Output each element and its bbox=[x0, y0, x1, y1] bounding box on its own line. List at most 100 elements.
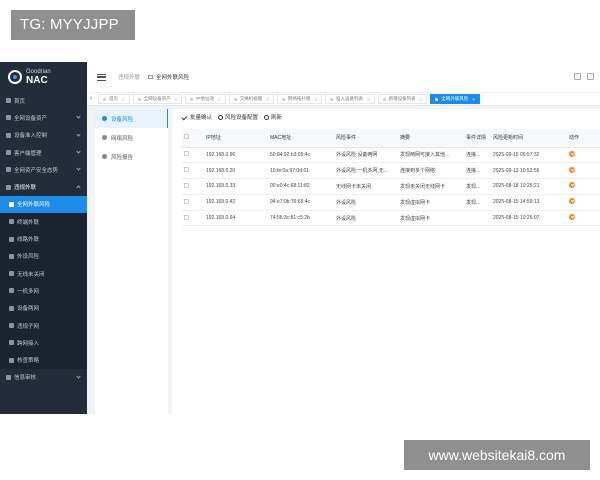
close-icon[interactable]: × bbox=[122, 97, 125, 102]
row-checkbox[interactable] bbox=[184, 198, 189, 204]
summary-cell: 发现虚拟网卡 bbox=[398, 210, 464, 227]
close-icon[interactable]: × bbox=[420, 97, 423, 102]
tab-item[interactable]: 全网外联风险 × bbox=[430, 94, 480, 104]
col-header-summary[interactable]: 摘要 bbox=[398, 129, 464, 148]
sidebar-item[interactable]: 一机多网 bbox=[0, 282, 87, 300]
sidebar-item[interactable]: 信息审核 bbox=[0, 369, 87, 386]
chevron-down-icon bbox=[76, 149, 81, 154]
sidebar-item[interactable]: 全网设备资产 bbox=[0, 109, 87, 126]
sidebar-item[interactable]: 终端外联 bbox=[0, 213, 87, 231]
menu-toggle-icon[interactable] bbox=[97, 73, 106, 81]
risk-subnav-item[interactable]: 设备风险 bbox=[95, 109, 168, 128]
multi-net-icon bbox=[9, 288, 14, 294]
client-icon bbox=[6, 150, 11, 156]
confirm-action-icon[interactable] bbox=[569, 182, 575, 189]
close-icon[interactable]: × bbox=[367, 97, 370, 102]
risk-subnav-item[interactable]: 网络风险 bbox=[95, 128, 168, 147]
tab-item[interactable]: 首页 × bbox=[98, 94, 130, 104]
refresh-label: 刷新 bbox=[271, 115, 283, 121]
detail-cell: 发现... bbox=[464, 194, 491, 211]
table-row[interactable]: 192.168.0.33 00:e0:4c:68:11:82 无线网卡未关闭 发现未关… bbox=[182, 178, 600, 195]
col-header-event[interactable]: 风险事件 bbox=[334, 129, 398, 148]
fullscreen-icon[interactable] bbox=[587, 73, 594, 80]
confirm-action-icon[interactable] bbox=[569, 150, 575, 157]
risk-config-label: 风险设备配置 bbox=[225, 115, 259, 121]
risk-subnav-label: 设备风险 bbox=[111, 116, 134, 123]
tab-scroll-left-icon[interactable]: ‹ bbox=[87, 93, 95, 105]
sidebar-item[interactable]: 无线未关闭 bbox=[0, 264, 87, 283]
confirm-action-icon[interactable] bbox=[569, 198, 575, 205]
table-row[interactable]: 192.168.0.20 10:fe:0a:97:0d:61 外设风险:一机多网,无… bbox=[182, 162, 600, 180]
row-checkbox[interactable] bbox=[184, 214, 189, 220]
sidebar-item[interactable]: 违规子网 bbox=[0, 316, 87, 335]
time-cell: 2025-08-18 10:25:21 bbox=[491, 178, 567, 195]
mac-cell: 74:56:3c:81:c5:2b bbox=[268, 210, 334, 227]
sidebar-item[interactable]: 跨网接入 bbox=[0, 334, 87, 352]
confirm-action-icon[interactable] bbox=[569, 166, 575, 173]
mac-cell: 94:e7:0b:76:65:4c bbox=[268, 194, 334, 211]
breadcrumb-parent[interactable]: 违规外联 bbox=[118, 73, 140, 81]
refresh-button[interactable]: 刷新 bbox=[264, 113, 282, 121]
risk-subnav: 设备风险网络风险风险报告 bbox=[95, 109, 168, 414]
refresh-icon bbox=[264, 114, 270, 120]
sidebar-item[interactable]: 外设风险 bbox=[0, 247, 87, 265]
close-icon[interactable]: × bbox=[472, 97, 475, 102]
chevron-down-icon bbox=[76, 185, 81, 191]
summary-cell: 发现两网可接入其他... bbox=[398, 147, 464, 164]
sidebar-item[interactable]: 违规外联 bbox=[0, 178, 87, 195]
tab-item[interactable]: 网络拓扑图 × bbox=[276, 94, 322, 104]
table-row[interactable]: 192.168.0.42 94:e7:0b:76:65:4c 外设风险 发现虚拟网卡发… bbox=[182, 194, 600, 211]
row-checkbox[interactable] bbox=[184, 182, 189, 188]
home-icon bbox=[6, 98, 11, 104]
col-header-detail[interactable]: 事件详情 bbox=[464, 129, 491, 148]
tab-item[interactable]: 交换机视图 × bbox=[228, 94, 274, 104]
col-header-time[interactable]: 风险更新时间 bbox=[491, 129, 567, 148]
row-checkbox[interactable] bbox=[184, 167, 189, 173]
tab-item[interactable]: IP地址池 × bbox=[185, 94, 226, 104]
col-header-mac[interactable]: MAC地址 bbox=[268, 129, 334, 148]
batch-confirm-button[interactable]: 批量确认 bbox=[181, 113, 212, 121]
time-cell: 2025-09-13 10:52:56 bbox=[491, 162, 567, 180]
risk-subnav-label: 网络风险 bbox=[111, 135, 134, 142]
sidebar-item[interactable]: 首页 bbox=[0, 92, 87, 109]
row-checkbox[interactable] bbox=[184, 151, 189, 157]
sidebar-item-label: 违规外联 bbox=[14, 185, 37, 192]
tab-dot-icon bbox=[435, 97, 439, 101]
sidebar-item[interactable]: 设备两网 bbox=[0, 299, 87, 317]
close-icon[interactable]: × bbox=[218, 97, 221, 102]
tab-item[interactable]: 新增设备列表 × bbox=[377, 94, 428, 104]
risk-icon bbox=[9, 201, 14, 207]
detail-cell: 连接... bbox=[464, 162, 491, 180]
security-icon bbox=[6, 167, 11, 173]
sidebar-item[interactable]: 线路外联 bbox=[0, 230, 87, 248]
select-all-checkbox[interactable] bbox=[184, 134, 189, 140]
sidebar-item[interactable]: 客户端管理 bbox=[0, 144, 87, 161]
sidebar-nav: 首页 全网设备资产 设备准入控制 客户端管理 全网资产安全态势违规外联全网外联风险 终端外… bbox=[0, 92, 87, 386]
sidebar-item[interactable]: 设备准入控制 bbox=[0, 127, 87, 144]
close-icon[interactable]: × bbox=[175, 97, 178, 102]
sidebar-item-label: 信息审核 bbox=[14, 375, 37, 382]
close-icon[interactable]: × bbox=[266, 97, 269, 102]
tab-item[interactable]: 准入设备列表 × bbox=[324, 94, 375, 104]
watermark-bottom: www.websitekai8.com bbox=[404, 440, 590, 470]
ip-cell: 192.168.0.33 bbox=[204, 178, 268, 195]
risk-subnav-item[interactable]: 风险报告 bbox=[95, 147, 168, 166]
tab-dot-icon bbox=[233, 97, 237, 101]
tab-dot-icon bbox=[281, 97, 285, 101]
col-header-ip[interactable]: IP地址 bbox=[204, 129, 268, 148]
confirm-action-icon[interactable] bbox=[569, 214, 575, 221]
sidebar-item[interactable]: 全网外联风险 bbox=[0, 195, 87, 214]
tab-item[interactable]: 全网设备资产 × bbox=[132, 94, 183, 104]
table-row[interactable]: 192.168.0.96 50:84:92:b3:05:4c 外设风险:设备两网 发现… bbox=[182, 147, 600, 164]
table-row[interactable]: 192.168.0.64 74:56:3c:81:c5:2b 外设风险 发现虚拟网卡 2… bbox=[182, 210, 600, 227]
sidebar-item-label: 线路外联 bbox=[17, 237, 40, 244]
wifi-icon bbox=[9, 271, 14, 277]
close-icon[interactable]: × bbox=[314, 97, 317, 102]
ip-cell: 192.168.0.20 bbox=[204, 162, 268, 180]
settings-icon[interactable] bbox=[574, 73, 581, 80]
sidebar-item[interactable]: 全网资产安全态势 bbox=[0, 161, 87, 178]
risk-config-button[interactable]: 风险设备配置 bbox=[218, 113, 258, 121]
action-cell bbox=[567, 194, 600, 211]
event-cell: 外设风险 bbox=[334, 210, 398, 227]
sidebar-item[interactable]: 核查策略 bbox=[0, 351, 87, 369]
